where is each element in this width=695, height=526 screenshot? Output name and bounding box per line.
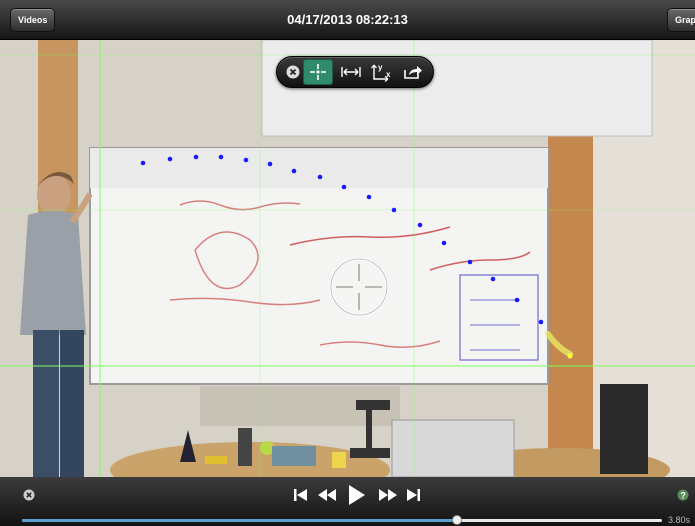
- share-icon: [404, 66, 422, 79]
- video-scene: [0, 40, 695, 477]
- svg-text:y: y: [378, 63, 383, 72]
- crosshair-reticle: [329, 257, 389, 317]
- progress-fill: [22, 519, 458, 522]
- share-tool-button[interactable]: [399, 60, 427, 84]
- video-timestamp: 04/17/2013 08:22:13: [287, 12, 408, 27]
- graph-button[interactable]: Graph: [667, 8, 695, 32]
- close-icon: [286, 65, 300, 79]
- measure-distance-icon: [341, 67, 361, 77]
- skip-to-end-icon: [407, 489, 420, 501]
- playback-bar: ? 3.80s: [0, 477, 695, 526]
- measure-tool-button[interactable]: [337, 60, 365, 84]
- skip-to-start-button[interactable]: [290, 485, 310, 505]
- skip-to-start-icon: [294, 489, 307, 501]
- play-button[interactable]: [344, 482, 368, 508]
- skip-to-end-button[interactable]: [404, 485, 424, 505]
- svg-text:?: ?: [680, 490, 686, 500]
- crosshair-tool-button[interactable]: [303, 59, 333, 85]
- time-label: 3.80s: [668, 515, 691, 525]
- svg-text:x: x: [386, 70, 391, 79]
- top-bar: Videos 04/17/2013 08:22:13 Graph: [0, 0, 695, 40]
- fast-forward-icon: [379, 489, 397, 501]
- crosshair-icon: [310, 64, 326, 80]
- help-button[interactable]: ?: [676, 488, 690, 502]
- video-frame[interactable]: [0, 40, 695, 477]
- play-icon: [349, 485, 365, 505]
- progress-track[interactable]: [22, 515, 662, 525]
- rewind-button[interactable]: [315, 485, 339, 505]
- rewind-icon: [318, 489, 336, 501]
- progress-knob[interactable]: [452, 515, 463, 525]
- close-icon: [23, 489, 35, 501]
- analysis-toolbar: y x: [276, 56, 434, 88]
- fast-forward-button[interactable]: [376, 485, 400, 505]
- axes-tool-button[interactable]: y x: [367, 60, 395, 84]
- close-video-button[interactable]: [22, 488, 36, 502]
- axes-icon: y x: [371, 63, 391, 82]
- help-icon: ?: [677, 489, 689, 501]
